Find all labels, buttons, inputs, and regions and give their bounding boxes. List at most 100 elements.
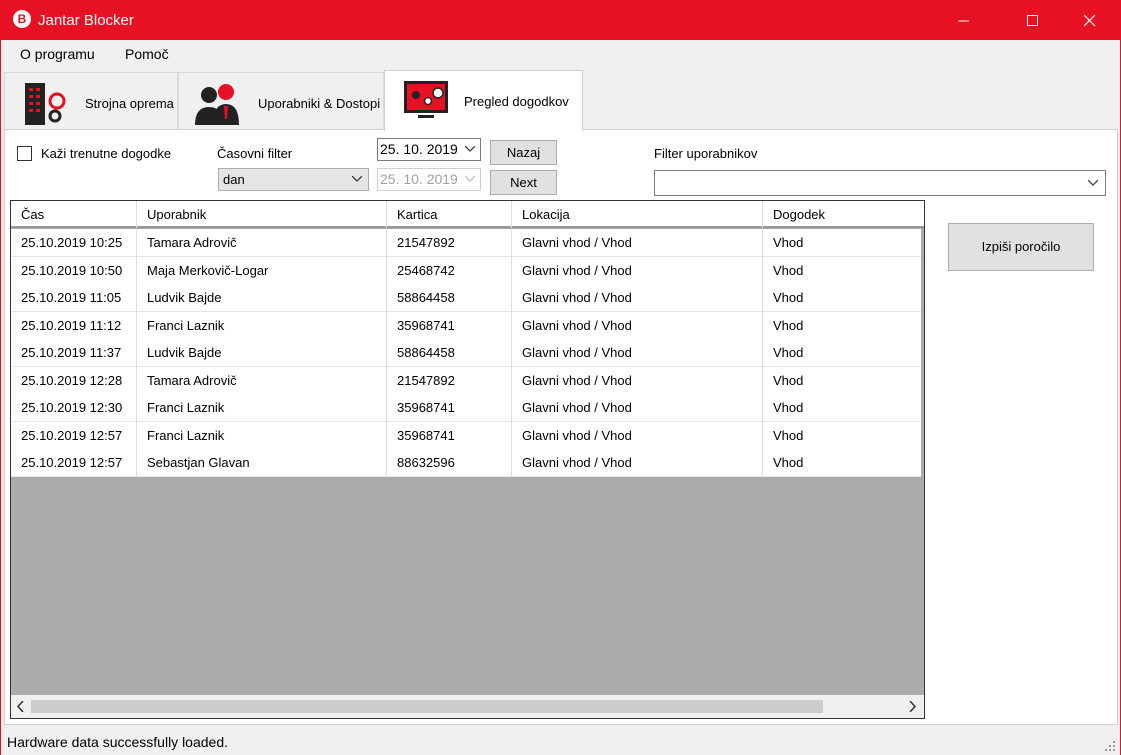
cell-card: 25468742 (387, 256, 512, 285)
cell-event: Vhod (773, 455, 804, 470)
chevron-down-icon (465, 176, 475, 182)
table-row[interactable]: 25.10.2019 12:57 Sebastjan Glavan 88632596… (11, 449, 921, 477)
cell-event: Vhod (773, 427, 804, 443)
cell-card: 35968741 (387, 394, 512, 422)
cell-location: Glavni vhod / Vhod (512, 284, 763, 312)
table-row[interactable]: 25.10.2019 10:50 Maja Merkovič-Logar 25468… (11, 256, 921, 285)
table-row[interactable]: 25.10.2019 12:57 Franci Laznik 35968741 Gla… (11, 421, 921, 450)
cell-user: Franci Laznik (137, 311, 387, 340)
cell-user: Tamara Adrovič (137, 366, 387, 395)
user-filter-label: Filter uporabnikov (654, 146, 758, 161)
column-header-card[interactable]: Kartica (387, 201, 512, 228)
events-grid[interactable]: Čas Uporabnik Kartica Lokacija Dogodek 2… (10, 200, 925, 719)
cell-event: Vhod (773, 235, 804, 250)
tab-strip: Strojna oprema Uporabniki & Dostopi Preg… (1, 70, 1120, 131)
date-from-picker[interactable]: 25. 10. 2019 (377, 138, 481, 161)
user-filter-select[interactable] (654, 170, 1106, 196)
status-text: Hardware data successfully loaded. (7, 734, 229, 750)
status-bar: Hardware data successfully loaded. (1, 727, 1120, 755)
cell-card: 35968741 (387, 311, 512, 340)
menu-help[interactable]: Pomoč (125, 46, 169, 62)
cell-location: Glavni vhod / Vhod (512, 339, 763, 367)
cell-location: Glavni vhod / Vhod (512, 394, 763, 422)
table-row[interactable]: 25.10.2019 11:12 Franci Laznik 35968741 Gla… (11, 311, 921, 340)
grid-header: Čas Uporabnik Kartica Lokacija Dogodek (11, 201, 924, 228)
tab-users[interactable]: Uporabniki & Dostopi (178, 72, 384, 130)
table-row[interactable]: 25.10.2019 10:25 Tamara Adrovič 21547892 Gl… (11, 229, 921, 257)
table-row[interactable]: 25.10.2019 11:05 Ludvik Bajde 58864458 Glav… (11, 284, 921, 312)
cell-time: 25.10.2019 12:28 (11, 366, 137, 395)
server-gear-icon (25, 83, 66, 125)
maximize-button[interactable] (1010, 1, 1056, 40)
users-icon (195, 84, 239, 125)
cell-card: 21547892 (387, 229, 512, 257)
horizontal-scrollbar[interactable] (11, 695, 924, 718)
monitor-events-icon (404, 81, 448, 118)
time-filter-select[interactable]: dan (218, 168, 369, 191)
date-from-value: 25. 10. 2019 (380, 141, 458, 157)
table-row[interactable]: 25.10.2019 12:28 Tamara Adrovič 21547892 Gl… (11, 366, 921, 395)
cell-card: 58864458 (387, 284, 512, 312)
minimize-icon (958, 20, 969, 22)
cell-time: 25.10.2019 10:50 (11, 256, 137, 285)
cell-card: 88632596 (387, 449, 512, 477)
cell-user: Maja Merkovič-Logar (137, 256, 387, 285)
maximize-icon (1027, 15, 1038, 26)
cell-card: 35968741 (387, 421, 512, 450)
tab-hardware-label: Strojna oprema (85, 96, 174, 111)
table-row[interactable]: 25.10.2019 12:30 Franci Laznik 35968741 Gla… (11, 394, 921, 422)
next-button[interactable]: Next (490, 170, 557, 195)
cell-time: 25.10.2019 12:30 (11, 394, 137, 422)
time-filter-value: dan (223, 172, 245, 187)
back-button[interactable]: Nazaj (490, 140, 557, 165)
cell-card: 21547892 (387, 366, 512, 395)
cell-user: Ludvik Bajde (137, 284, 387, 312)
cell-location: Glavni vhod / Vhod (512, 449, 763, 477)
cell-time: 25.10.2019 11:05 (11, 284, 137, 312)
menu-about[interactable]: O programu (20, 46, 95, 62)
cell-location: Glavni vhod / Vhod (512, 256, 763, 285)
app-window: B Jantar Blocker O programu Pomoč Strojn… (0, 0, 1121, 755)
cell-time: 25.10.2019 12:57 (11, 449, 137, 477)
cell-card: 58864458 (387, 339, 512, 367)
cell-event: Vhod (773, 400, 804, 415)
menu-bar: O programu Pomoč (1, 40, 1120, 70)
cell-location: Glavni vhod / Vhod (512, 229, 763, 257)
scroll-left-icon[interactable] (17, 701, 25, 712)
tab-events[interactable]: Pregled dogodkov (384, 70, 583, 131)
column-header-location[interactable]: Lokacija (512, 201, 763, 228)
cell-event: Vhod (773, 345, 804, 360)
window-title: Jantar Blocker (38, 12, 134, 29)
app-logo-icon: B (13, 10, 31, 28)
tab-events-label: Pregled dogodkov (464, 94, 569, 109)
show-current-label: Kaži trenutne dogodke (41, 146, 172, 161)
column-header-time[interactable]: Čas (11, 201, 137, 228)
table-row[interactable]: 25.10.2019 11:37 Ludvik Bajde 58864458 Glav… (11, 339, 921, 367)
cell-event: Vhod (773, 317, 804, 333)
cell-event: Vhod (773, 372, 804, 388)
cell-location: Glavni vhod / Vhod (512, 366, 763, 395)
close-button[interactable] (1067, 1, 1113, 40)
show-current-checkbox[interactable] (17, 146, 32, 161)
cell-user: Ludvik Bajde (137, 339, 387, 367)
print-report-button[interactable]: Izpiši poročilo (948, 223, 1094, 271)
scroll-right-icon[interactable] (909, 701, 917, 712)
time-filter-label: Časovni filter (217, 146, 293, 161)
tab-hardware[interactable]: Strojna oprema (4, 72, 178, 130)
column-header-user[interactable]: Uporabnik (137, 201, 387, 228)
chevron-down-icon (1088, 180, 1098, 186)
cell-user: Franci Laznik (137, 394, 387, 422)
cell-user: Tamara Adrovič (137, 229, 387, 257)
cell-time: 25.10.2019 11:37 (11, 339, 137, 367)
title-bar[interactable]: B Jantar Blocker (1, 1, 1120, 40)
scrollbar-thumb[interactable] (31, 700, 823, 713)
resize-grip-icon[interactable] (1104, 740, 1116, 752)
date-to-value: 25. 10. 2019 (380, 171, 458, 187)
close-icon (1084, 15, 1096, 27)
column-header-event[interactable]: Dogodek (763, 201, 921, 228)
minimize-button[interactable] (941, 1, 987, 40)
cell-time: 25.10.2019 10:25 (11, 229, 137, 257)
cell-user: Sebastjan Glavan (137, 449, 387, 477)
cell-time: 25.10.2019 12:57 (11, 421, 137, 450)
cell-event: Vhod (773, 262, 804, 278)
